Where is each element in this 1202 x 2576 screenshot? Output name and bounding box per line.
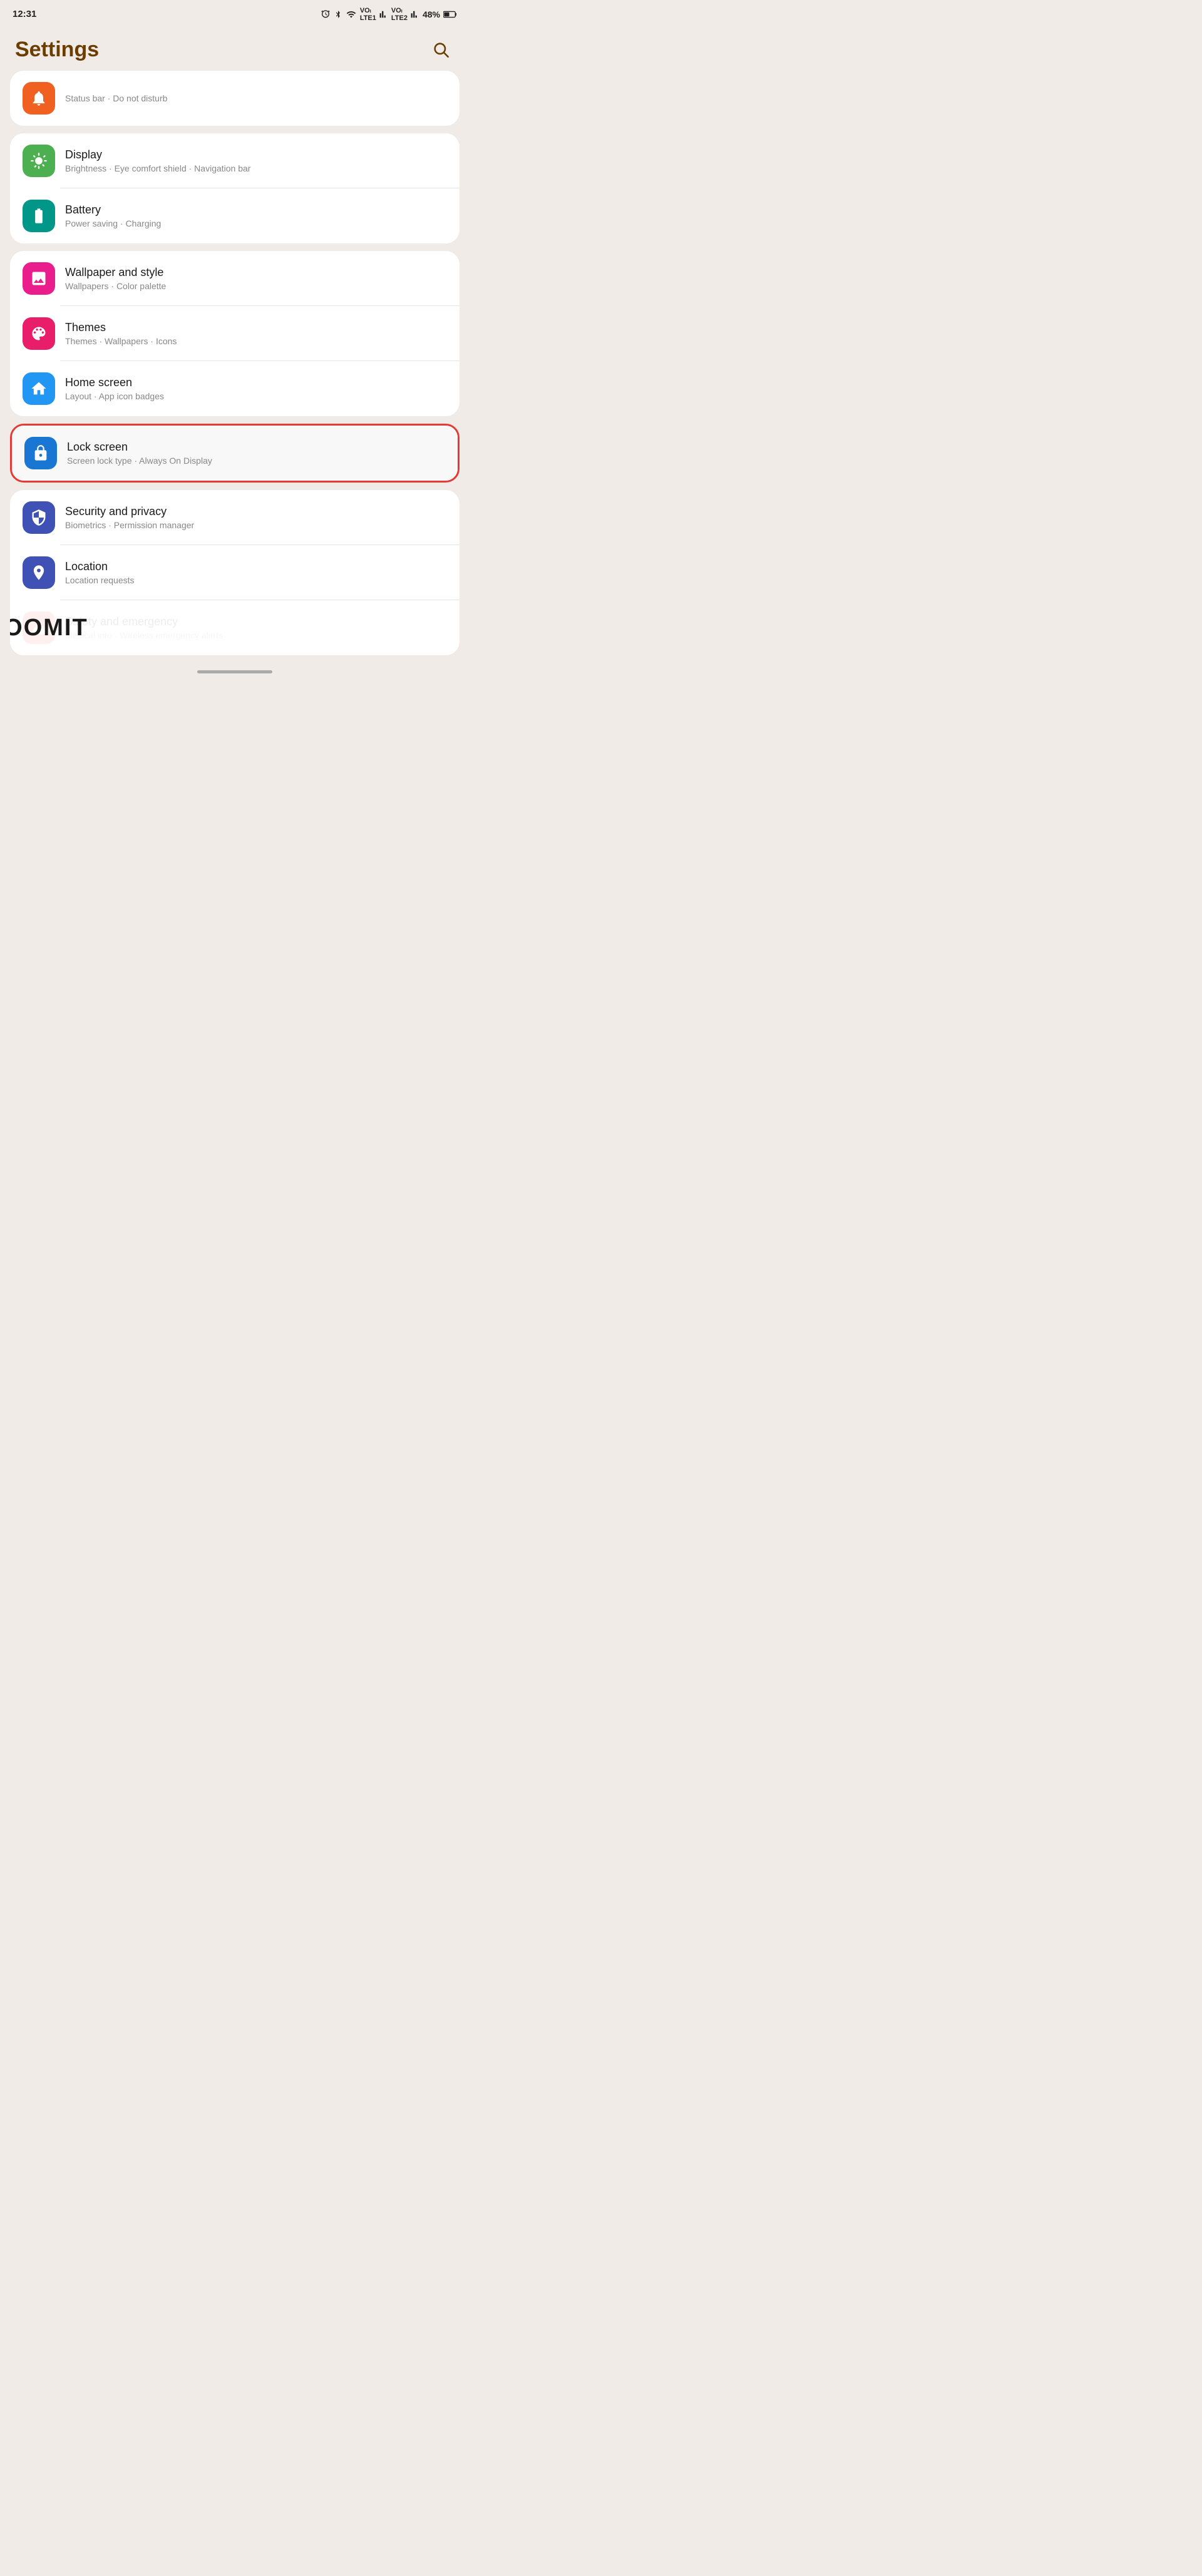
lockscreen-subtitle: Screen lock type · Always On Display bbox=[67, 456, 445, 466]
battery-percent: 48% bbox=[423, 9, 440, 19]
security-subtitle: Biometrics · Permission manager bbox=[65, 520, 447, 530]
themes-subtitle: Themes · Wallpapers · Icons bbox=[65, 336, 447, 346]
card-security-location-safety: Security and privacy Biometrics · Permis… bbox=[10, 490, 460, 655]
battery-settings-icon bbox=[23, 200, 55, 232]
homescreen-subtitle: Layout · App icon badges bbox=[65, 391, 447, 401]
header: Settings bbox=[0, 26, 470, 71]
card-lockscreen-highlighted: Lock screen Screen lock type · Always On… bbox=[10, 424, 460, 483]
homescreen-icon bbox=[23, 372, 55, 405]
location-title: Location bbox=[65, 560, 447, 573]
display-text: Display Brightness · Eye comfort shield … bbox=[65, 148, 447, 173]
wallpaper-icon bbox=[23, 262, 55, 295]
navigation-bar bbox=[0, 663, 470, 678]
signal2-icon bbox=[411, 9, 419, 19]
card-notifications: Status bar · Do not disturb bbox=[10, 71, 460, 126]
location-icon bbox=[23, 556, 55, 589]
security-title: Security and privacy bbox=[65, 505, 447, 518]
search-button[interactable] bbox=[427, 36, 455, 63]
notifications-subtitle: Status bar · Do not disturb bbox=[65, 93, 447, 103]
lte2-indicator: VOₗLTE2 bbox=[391, 6, 408, 22]
security-icon bbox=[23, 501, 55, 534]
security-text: Security and privacy Biometrics · Permis… bbox=[65, 505, 447, 530]
alarm-icon bbox=[321, 9, 331, 19]
battery-text: Battery Power saving · Charging bbox=[65, 203, 447, 228]
location-subtitle: Location requests bbox=[65, 575, 447, 585]
settings-item-battery[interactable]: Battery Power saving · Charging bbox=[10, 188, 460, 243]
search-icon bbox=[432, 41, 449, 58]
themes-text: Themes Themes · Wallpapers · Icons bbox=[65, 321, 447, 346]
status-bar: 12:31 VOₗLTE1 VOₗLTE2 48% bbox=[0, 0, 470, 26]
card-display-battery: Display Brightness · Eye comfort shield … bbox=[10, 133, 460, 243]
lte1-indicator: VOₗLTE1 bbox=[360, 6, 376, 22]
settings-item-lockscreen[interactable]: Lock screen Screen lock type · Always On… bbox=[12, 426, 458, 481]
battery-subtitle: Power saving · Charging bbox=[65, 218, 447, 228]
settings-item-wallpaper[interactable]: Wallpaper and style Wallpapers · Color p… bbox=[10, 251, 460, 306]
display-icon bbox=[23, 145, 55, 177]
lockscreen-text: Lock screen Screen lock type · Always On… bbox=[67, 441, 445, 466]
status-time: 12:31 bbox=[13, 9, 36, 19]
settings-item-themes[interactable]: Themes Themes · Wallpapers · Icons bbox=[10, 306, 460, 361]
themes-title: Themes bbox=[65, 321, 447, 334]
wifi-icon bbox=[346, 9, 357, 19]
settings-item-location[interactable]: Location Location requests bbox=[10, 545, 460, 600]
settings-item-safety[interactable]: Safety and emergency Medical info · Wire… bbox=[10, 600, 460, 655]
battery-icon bbox=[443, 10, 457, 19]
zoomit-watermark: Z ZOOMIT bbox=[10, 600, 235, 655]
nav-pill bbox=[197, 670, 272, 673]
settings-item-security[interactable]: Security and privacy Biometrics · Permis… bbox=[10, 490, 460, 545]
card-personalization: Wallpaper and style Wallpapers · Color p… bbox=[10, 251, 460, 416]
zoomit-text: ZOOMIT bbox=[10, 615, 88, 641]
settings-item-homescreen[interactable]: Home screen Layout · App icon badges bbox=[10, 361, 460, 416]
display-title: Display bbox=[65, 148, 447, 161]
bluetooth-icon bbox=[334, 9, 342, 19]
homescreen-text: Home screen Layout · App icon badges bbox=[65, 376, 447, 401]
settings-item-display[interactable]: Display Brightness · Eye comfort shield … bbox=[10, 133, 460, 188]
settings-item-notifications[interactable]: Status bar · Do not disturb bbox=[10, 71, 460, 126]
wallpaper-title: Wallpaper and style bbox=[65, 266, 447, 279]
lockscreen-icon bbox=[24, 437, 57, 469]
homescreen-title: Home screen bbox=[65, 376, 447, 389]
themes-icon bbox=[23, 317, 55, 350]
location-text: Location Location requests bbox=[65, 560, 447, 585]
wallpaper-text: Wallpaper and style Wallpapers · Color p… bbox=[65, 266, 447, 291]
notifications-text: Status bar · Do not disturb bbox=[65, 93, 447, 103]
display-subtitle: Brightness · Eye comfort shield · Naviga… bbox=[65, 163, 447, 173]
signal1-icon bbox=[379, 9, 388, 19]
status-icons: VOₗLTE1 VOₗLTE2 48% bbox=[321, 6, 457, 22]
battery-title: Battery bbox=[65, 203, 447, 217]
lockscreen-title: Lock screen bbox=[67, 441, 445, 454]
notifications-icon bbox=[23, 82, 55, 115]
page-title: Settings bbox=[15, 38, 99, 62]
wallpaper-subtitle: Wallpapers · Color palette bbox=[65, 281, 447, 291]
